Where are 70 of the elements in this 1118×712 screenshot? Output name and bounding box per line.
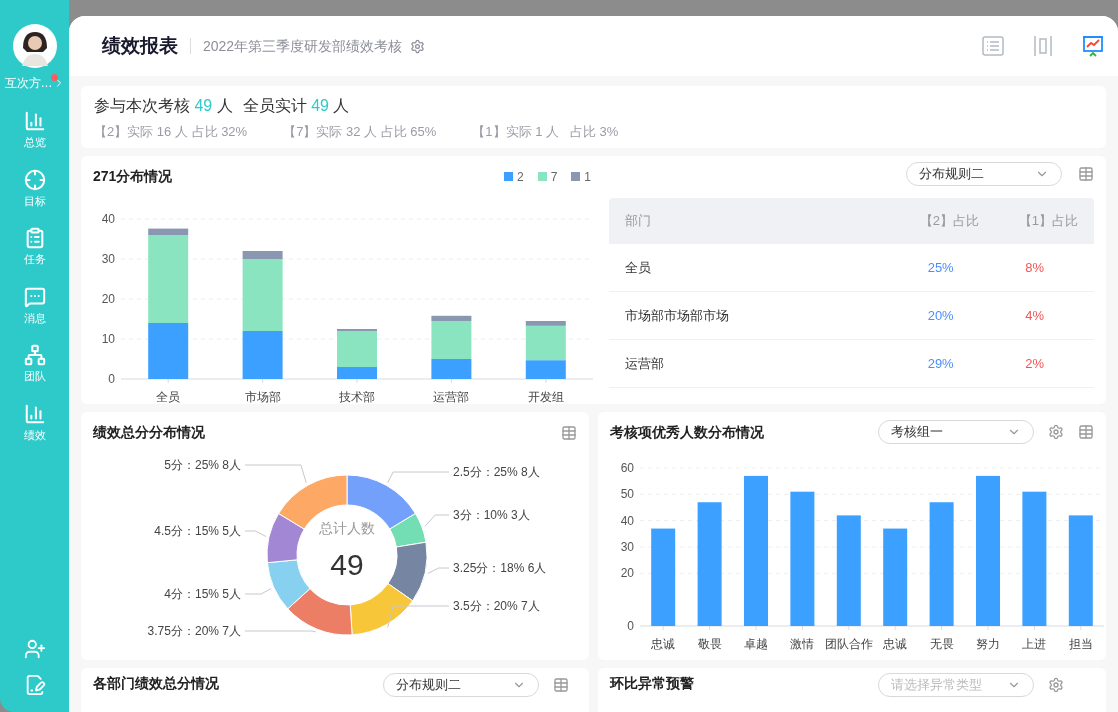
table-cell-text: 8% [1024,258,1045,277]
axis-category-label: 忠诚 [651,637,676,651]
legend-label: 7 [550,168,558,186]
axis-tick-label: 50 [620,487,634,502]
nav-item[interactable]: 消息 [5,283,64,328]
axis-category-label: 团队合作 [824,637,873,651]
donut-center-value: 49 [330,548,364,581]
column-header: 【1】占比 [1017,212,1078,231]
axis-category-label: 忠诚 [883,637,908,651]
axis-category-label: 激情 [790,637,815,651]
page-title: 绩效报表 [102,33,178,58]
slice-label: 3.5分：20% 7人 [453,599,540,613]
slice-label: 4.5分：15% 5人 [154,524,241,538]
nav-item[interactable]: 绩效 [5,400,64,445]
summary-breakdown: 【7】实际 32 人 占比 65% [283,123,437,141]
axis-tick-label: 0 [108,372,115,386]
axis-category-label: 技术部 [339,390,375,404]
card-title: 绩效总分分布情况 [93,423,205,442]
summary-total: 全员实计 49 人 [242,96,350,116]
axis-category-label: 敬畏 [697,637,722,651]
axis-tick-label: 20 [101,292,115,306]
slice-label: 3分：10% 3人 [453,508,530,522]
table-cell-text: 全员 [625,258,652,277]
card-title: 各部门绩效总分情况 [93,674,219,693]
table-cell-text: 市场部市场部市场 [625,306,730,325]
axis-category-label: 运营部 [433,390,470,404]
column-header: 部门 [625,212,652,231]
summary-breakdown: 【2】实际 16 人 占比 32% [94,123,248,141]
axis-tick-label: 30 [101,252,115,266]
slice-label: 4分：15% 5人 [164,587,241,601]
table-cell-text: 29% [926,354,955,373]
nav-item[interactable]: 总览 [5,108,64,153]
table-cell-text: 25% [926,258,955,277]
nav-item[interactable]: 任务 [5,225,64,270]
summary-total: 参与本次考核 49 人 [94,96,233,116]
axis-tick-label: 30 [620,540,634,554]
table-cell-text: 2% [1024,354,1045,373]
axis-category-label: 卓越 [744,637,768,651]
axis-category-label: 市场部 [244,390,281,404]
axis-tick-label: 40 [620,513,634,528]
axis-tick-label: 0 [627,619,634,633]
slice-label: 3.25分：18% 6人 [453,561,547,575]
axis-category-label: 努力 [976,637,1000,651]
axis-category-label: 开发组 [527,390,564,404]
summary-breakdown: 【1】实际 1 人 占比 3% [472,123,619,141]
axis-category-label: 全员 [156,390,181,404]
user-name[interactable]: 互次方… [4,74,53,92]
card-title: 271分布情况 [93,167,173,186]
legend-label: 2 [516,168,524,186]
axis-category-label: 无畏 [929,637,954,651]
slice-label: 3.75分：20% 7人 [147,624,241,638]
column-header: 【2】占比 [918,212,980,231]
card-title: 考核项优秀人数分布情况 [610,422,764,442]
axis-category-label: 上进 [1022,637,1047,651]
card-title: 环比异常预警 [610,674,694,693]
table-cell-text: 4% [1024,306,1045,325]
nav-item[interactable]: 目标 [5,166,64,211]
page-subtitle: 2022年第三季度研发部绩效考核 [203,36,403,56]
nav-item[interactable]: 团队 [5,342,64,387]
donut-center-caption: 总计人数 [319,520,375,536]
slice-label: 2.5分：25% 8人 [453,465,540,479]
axis-tick-label: 60 [620,461,634,475]
slice-label: 5分：25% 8人 [164,458,241,472]
axis-tick-label: 40 [101,212,115,226]
table-cell-text: 20% [926,306,955,325]
legend-label: 1 [584,168,591,186]
axis-category-label: 担当 [1068,637,1093,651]
axis-tick-label: 20 [620,566,634,581]
table-cell-text: 运营部 [625,354,665,373]
axis-tick-label: 10 [101,332,115,346]
